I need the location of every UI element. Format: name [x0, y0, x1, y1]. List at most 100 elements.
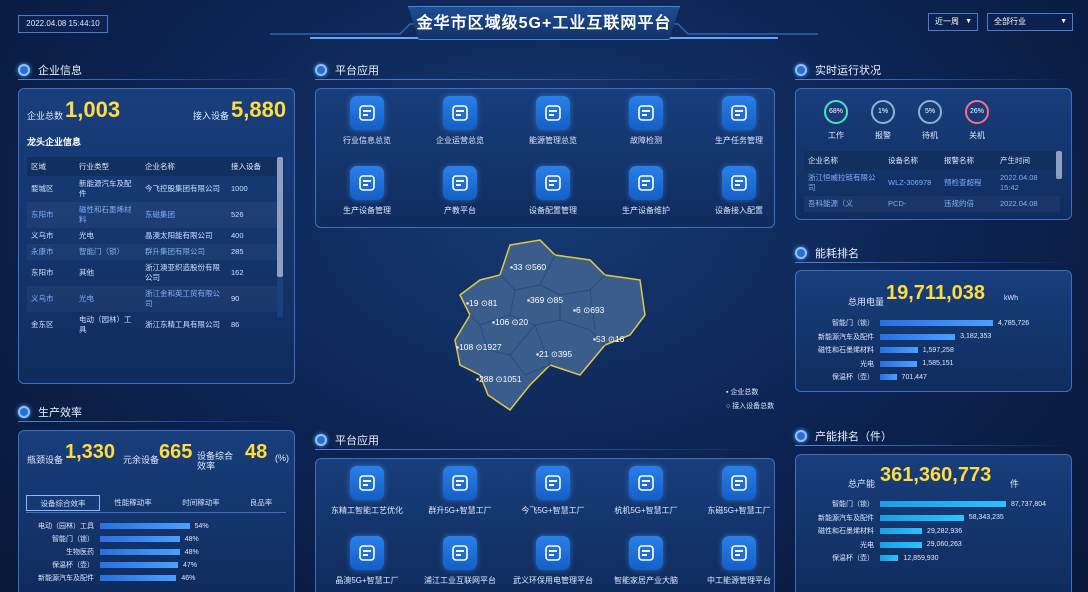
app-tile[interactable]: 杭机5G+智慧工厂: [601, 466, 691, 516]
map-label[interactable]: ▪53 ⊙16: [593, 334, 624, 345]
app-tile[interactable]: 设备配置管理: [508, 166, 598, 216]
tab-time[interactable]: 时间稼动率: [166, 495, 236, 511]
app-tile[interactable]: 生产任务管理: [694, 96, 784, 146]
bar-label: 生物医药: [66, 549, 94, 556]
app-tile[interactable]: 智能家居产业大脑: [601, 536, 691, 586]
bar-fill: [100, 536, 180, 542]
map-label[interactable]: ▪288 ⊙1051: [476, 374, 522, 385]
bar-value: 54%: [194, 522, 209, 530]
page-title: 金华市区域级5G+工业互联网平台: [408, 6, 680, 40]
app-tile[interactable]: 东磁5G+智慧工厂: [694, 466, 784, 516]
region-map[interactable]: [440, 235, 660, 415]
spare-value: 665: [159, 441, 193, 463]
app-label: 能源管理总览: [529, 136, 577, 145]
energy-bar-row: 新能源汽车及配件 3,182,353: [800, 333, 991, 341]
table-row[interactable]: 东阳市 磁性和石墨烯材料 东磁集团 526: [27, 202, 283, 228]
tab-oee[interactable]: 设备综合效率: [26, 495, 100, 511]
table-row[interactable]: 义乌市 光电 浙江金和英工贸有限公司 90: [27, 286, 283, 312]
table-row[interactable]: 永康市 智能门（锁） 群升集团有限公司 285: [27, 244, 283, 260]
lock-icon: [443, 536, 477, 570]
capacity-bar-row: 光电 29,060,263: [800, 541, 962, 549]
table-row[interactable]: 金东区 电动（园林）工具 浙江东精工具有限公司 86: [27, 312, 283, 338]
app-label: 生产设备管理: [343, 206, 391, 215]
table-row[interactable]: 东阳市 其他 浙江澳亚织造股份有限公司 162: [27, 260, 283, 286]
dashboard-icon: [350, 96, 384, 130]
capacity-total: 361,360,773: [880, 464, 992, 486]
map-label[interactable]: ▪33 ⊙560: [510, 262, 546, 273]
period-select[interactable]: 近一周 ▼: [928, 13, 978, 31]
scrollbar[interactable]: [277, 157, 283, 317]
wheel-icon: [536, 466, 570, 500]
app-tile[interactable]: 浦江工业互联网平台: [415, 536, 505, 586]
app-tile[interactable]: 东精工智能工艺优化: [322, 466, 412, 516]
alarm-row[interactable]: 吾科能源（义 PCD- 违规的倍 2022.04.08: [804, 196, 1060, 212]
bar-label: 智能门（锁）: [52, 536, 94, 543]
energy-total-label: 总用电量: [848, 297, 885, 307]
bottleneck-label: 瓶颈设备: [27, 455, 64, 465]
bar-fill: [100, 549, 180, 555]
map-label[interactable]: ▪19 ⊙81: [466, 298, 497, 309]
scrollbar-thumb[interactable]: [1056, 151, 1062, 179]
map-label-text: 369 ⊙85: [530, 295, 564, 305]
app-tile[interactable]: 生产设备管理: [322, 166, 412, 216]
status-ring-label: 待机: [922, 131, 938, 140]
app-tile[interactable]: 故障检测: [601, 96, 691, 146]
status-ring-label: 工作: [828, 131, 844, 140]
energy-bar-row: 智能门（锁） 4,785,726: [800, 319, 1029, 328]
pie-icon: [443, 96, 477, 130]
enterprise-total-label: 企业总数: [27, 111, 64, 121]
router-icon: [350, 166, 384, 200]
tab-divider: [26, 512, 286, 513]
app-tile[interactable]: 今飞5G+智慧工厂: [508, 466, 598, 516]
column-header: 产生时间: [996, 151, 1060, 170]
table-cell: PCD-: [884, 196, 940, 212]
table-cell: 磁性和石墨烯材料: [75, 202, 141, 228]
oee-unit: (%): [275, 453, 289, 463]
app-tile[interactable]: 产教平台: [415, 166, 505, 216]
app-tile[interactable]: 武义环保用电管理平台: [508, 536, 598, 586]
app-tile[interactable]: 晶澳5G+智慧工厂: [322, 536, 412, 586]
map-label-text: 19 ⊙81: [469, 298, 498, 308]
table-cell: 婺城区: [31, 184, 54, 193]
status-ring: 26%: [965, 100, 989, 124]
table-cell: 东阳市: [31, 268, 54, 277]
table-cell: 285: [227, 244, 283, 260]
section-production: 生产效率: [18, 404, 295, 422]
map-label[interactable]: ▪21 ⊙395: [536, 349, 572, 360]
table-cell: 526: [227, 202, 283, 228]
status-ring: 1%: [871, 100, 895, 124]
door-icon: [443, 466, 477, 500]
bar-fill: [100, 523, 190, 529]
devices-label: 接入设备: [193, 111, 230, 121]
chart-icon: [629, 166, 663, 200]
scrollbar-thumb[interactable]: [277, 157, 283, 277]
map-label[interactable]: ▪108 ⊙1927: [456, 342, 502, 353]
app-tile[interactable]: 设备接入配置: [694, 166, 784, 216]
table-cell: 电动（园林）工具: [79, 315, 132, 334]
table-cell: 义乌市: [31, 231, 54, 240]
capacity-panel: 总产能 361,360,773 件: [795, 454, 1072, 592]
table-row[interactable]: 婺城区 新能源汽车及配件 今飞控股集团有限公司 1000: [27, 176, 283, 202]
bar-fill: [100, 575, 177, 581]
alarm-row[interactable]: 浙江恒威拉链有限公司 WLZ-306978 预检查超程 2022.04.08 15:4…: [804, 170, 1060, 196]
map-label[interactable]: ▪106 ⊙20: [492, 317, 528, 328]
bar-value: 48%: [184, 548, 199, 556]
industry-select[interactable]: 全部行业 ▼: [987, 13, 1073, 31]
production-bar-row: 保温杯（壶） 47%: [20, 561, 197, 570]
app-tile[interactable]: 群升5G+智慧工厂: [415, 466, 505, 516]
tab-yield[interactable]: 良品率: [236, 495, 286, 511]
map-label[interactable]: ▪369 ⊙85: [527, 295, 563, 306]
bar-label: 磁性和石墨烯材料: [818, 347, 874, 354]
app-tile[interactable]: 企业运营总览: [415, 96, 505, 146]
app-tile[interactable]: 中工能源管理平台: [694, 536, 784, 586]
app-tile[interactable]: 生产设备维护: [601, 166, 691, 216]
enterprise-panel: 企业总数 1,003 接入设备 5,880 龙头企业信息 区域 行业类型 企业名…: [18, 88, 295, 384]
table-cell: 新能源汽车及配件: [79, 179, 132, 198]
app-tile[interactable]: 行业信息总览: [322, 96, 412, 146]
app-label: 企业运营总览: [436, 136, 484, 145]
map-label[interactable]: ▪6 ⊙693: [573, 305, 604, 316]
app-tile[interactable]: 能源管理总览: [508, 96, 598, 146]
table-cell: 1000: [231, 184, 248, 193]
table-row[interactable]: 义乌市 光电 晶澳太阳能有限公司 400: [27, 228, 283, 244]
tab-performance[interactable]: 性能稼动率: [100, 495, 166, 511]
